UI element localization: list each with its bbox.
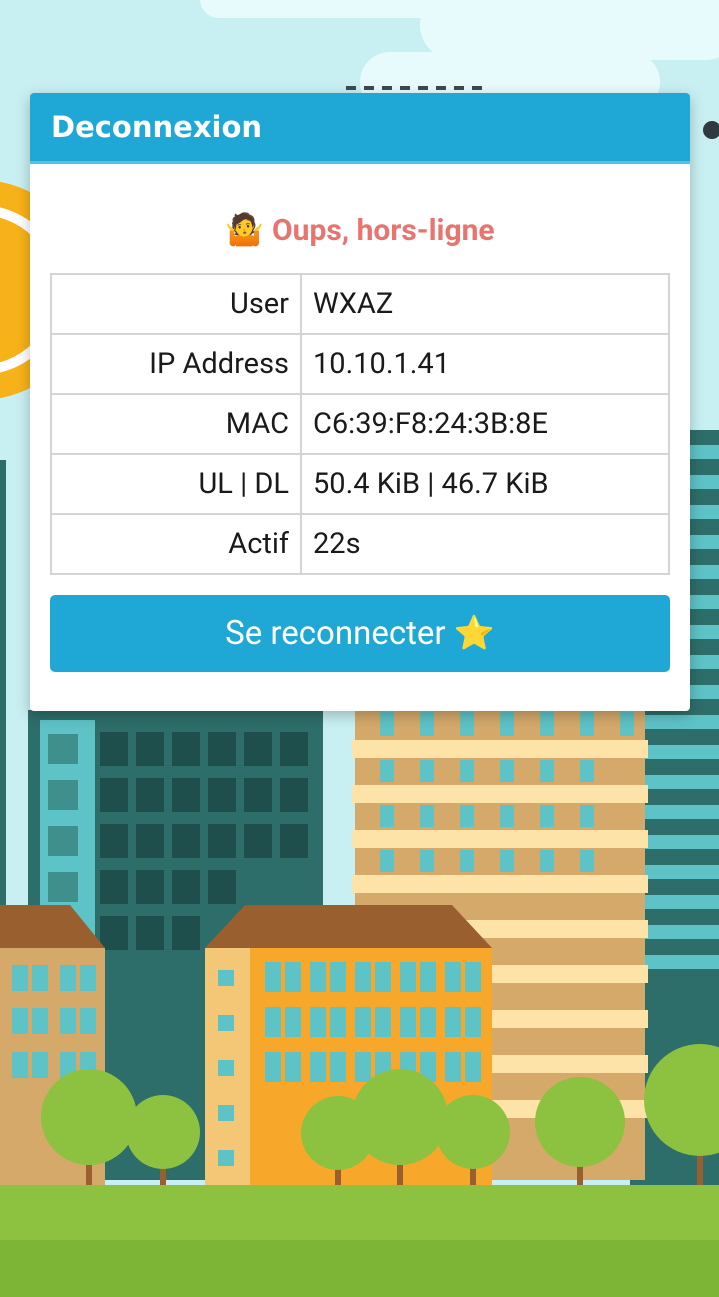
active-time-value: 22s [300,513,670,575]
ip-address-value: 10.10.1.41 [300,333,670,395]
shrug-icon: 🤷 [225,211,264,248]
user-label: User [50,273,302,335]
offline-status: 🤷 Oups, hors-ligne [30,208,690,252]
offline-status-text: Oups, hors-ligne [272,213,495,248]
reconnect-button[interactable]: Se reconnecter ⭐ [50,595,670,672]
table-row: User WXAZ [50,273,670,335]
disconnect-dialog: Deconnexion 🤷 Oups, hors-ligne User WXAZ … [30,93,690,711]
mac-label: MAC [50,393,302,455]
active-time-label: Actif [50,513,302,575]
table-row: UL | DL 50.4 KiB | 46.7 KiB [50,453,670,515]
dialog-title: Deconnexion [30,93,690,164]
upload-download-value: 50.4 KiB | 46.7 KiB [300,453,670,515]
session-info-table: User WXAZ IP Address 10.10.1.41 MAC C6:3… [50,273,670,575]
user-value: WXAZ [300,273,670,335]
ip-address-label: IP Address [50,333,302,395]
table-row: IP Address 10.10.1.41 [50,333,670,395]
table-row: MAC C6:39:F8:24:3B:8E [50,393,670,455]
table-row: Actif 22s [50,513,670,575]
mac-value: C6:39:F8:24:3B:8E [300,393,670,455]
upload-download-label: UL | DL [50,453,302,515]
